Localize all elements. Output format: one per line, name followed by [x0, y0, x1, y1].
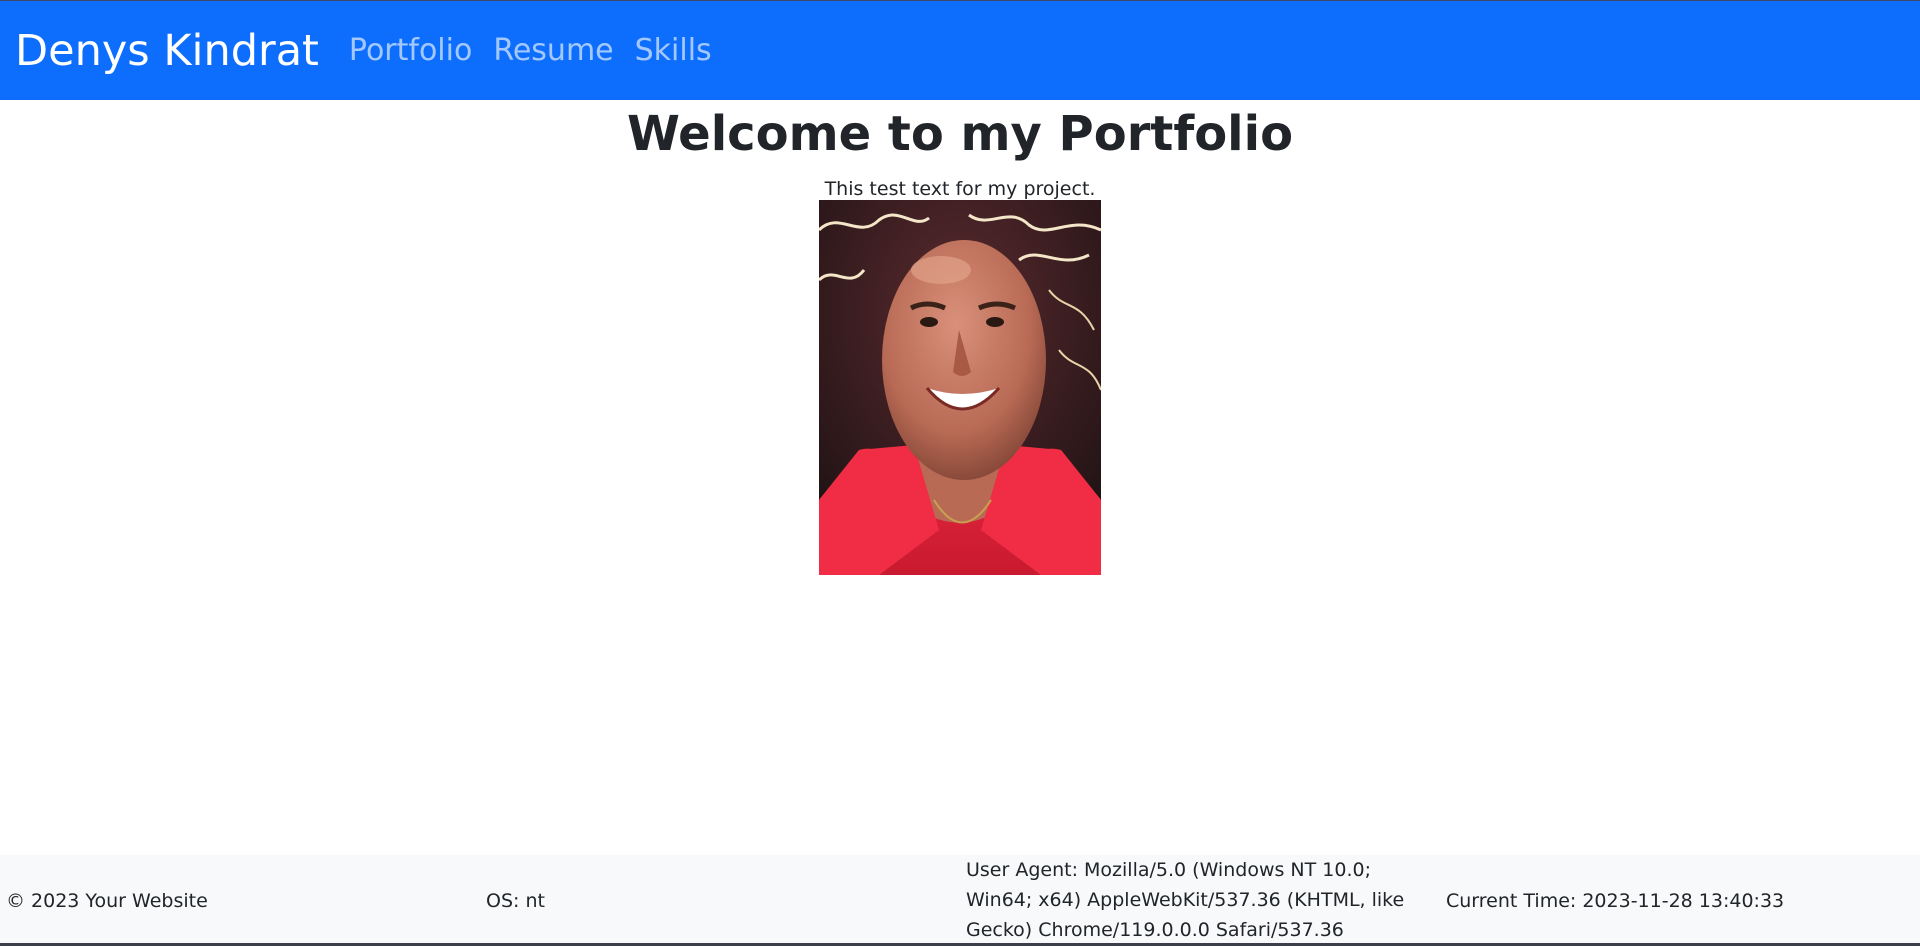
main-content: Welcome to my Portfolio This test text f…: [0, 100, 1920, 575]
nav-link-portfolio[interactable]: Portfolio: [349, 33, 472, 68]
copyright-text: © 2023 Your Website: [6, 890, 208, 912]
page-footer: © 2023 Your Website OS: nt User Agent: M…: [0, 855, 1920, 946]
user-agent-info: User Agent: Mozilla/5.0 (Windows NT 10.0…: [966, 859, 1405, 941]
os-info: OS: nt: [486, 890, 545, 912]
page-subtitle: This test text for my project.: [824, 177, 1096, 200]
page-title: Welcome to my Portfolio: [626, 106, 1294, 162]
top-navbar: Denys Kindrat Portfolio Resume Skills: [0, 0, 1920, 100]
portrait-photo: [819, 200, 1101, 575]
nav-link-resume[interactable]: Resume: [493, 33, 613, 68]
brand-link[interactable]: Denys Kindrat: [15, 26, 319, 76]
current-time: Current Time: 2023-11-28 13:40:33: [1446, 890, 1785, 912]
nav-link-skills[interactable]: Skills: [635, 33, 712, 68]
nav-links: Portfolio Resume Skills: [349, 33, 733, 68]
